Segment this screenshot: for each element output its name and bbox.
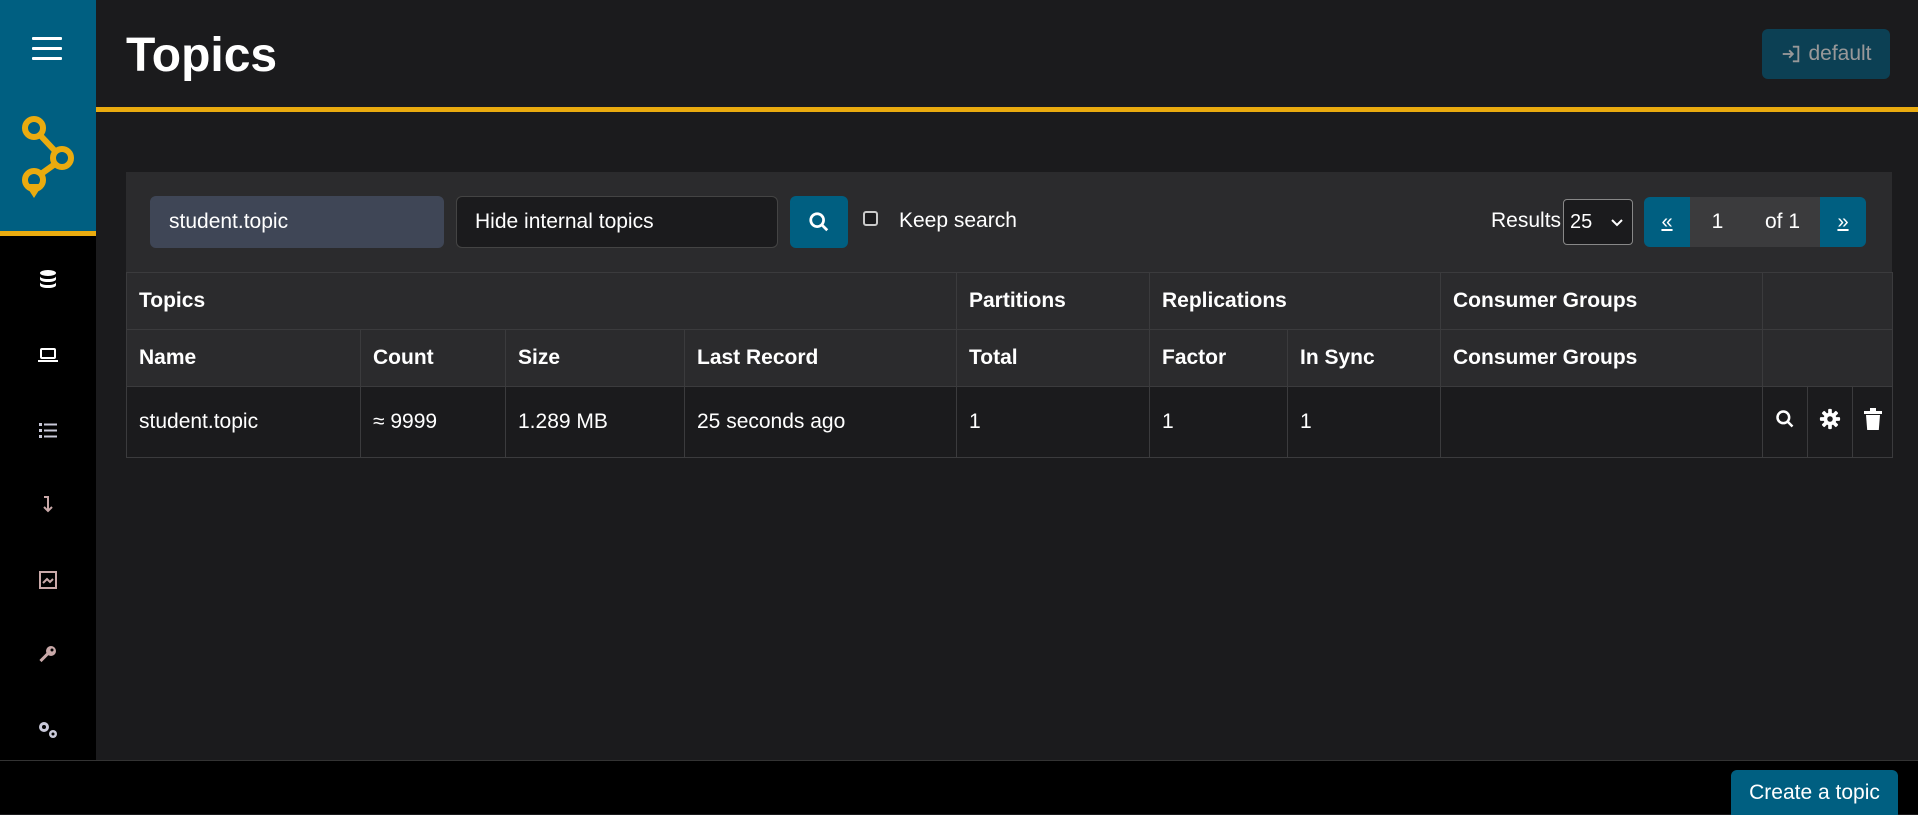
keep-search-label: Keep search [899,209,1017,232]
column-header-row: Name Count Size Last Record Total Factor… [126,329,1894,387]
trash-icon [1863,408,1882,430]
nav-tail[interactable] [0,475,96,535]
nav-consumer-groups[interactable] [0,400,96,460]
next-page-button[interactable]: » [1820,197,1866,247]
list-icon [39,423,57,438]
group-header-actions [1761,272,1894,330]
nav-topics[interactable] [0,325,96,385]
group-header-row: Topics Partitions Replications Consumer … [126,272,1894,330]
sign-in-icon [1783,45,1800,63]
topic-filter-select[interactable]: Hide internal topics [456,196,778,248]
page-size-value: 25 [1570,210,1593,233]
nav-schema-registry[interactable] [0,550,96,610]
key-icon [39,646,56,663]
col-size: Size [505,329,685,387]
col-last-record: Last Record [684,329,957,387]
cell-consumer-groups [1440,386,1763,458]
search-input[interactable] [150,196,444,248]
gear-icon [1819,408,1841,430]
cell-total: 1 [956,386,1150,458]
sidebar-brand [0,0,96,236]
cluster-label: default [1808,42,1872,65]
delete-topic-button[interactable] [1851,386,1894,458]
current-page: 1 [1711,210,1724,233]
col-consumer-groups: Consumer Groups [1440,329,1763,387]
group-header-replications: Replications [1149,272,1441,330]
sidebar [0,0,96,760]
laptop-icon [38,348,58,362]
results-label: Results [1491,209,1562,232]
col-actions [1761,329,1894,387]
page-header: Topics default [96,0,1918,112]
search-icon [1776,410,1794,428]
page-title: Topics [126,29,278,82]
col-total: Total [956,329,1150,387]
gears-icon [39,722,57,738]
cell-factor: 1 [1149,386,1288,458]
topics-table: Topics Partitions Replications Consumer … [126,272,1894,458]
cell-size: 1.289 MB [505,386,685,458]
cell-in-sync: 1 [1287,386,1441,458]
col-factor: Factor [1149,329,1288,387]
table-row[interactable]: student.topic ≈ 9999 1.289 MB 25 seconds… [126,386,1894,458]
page-size-select[interactable]: 25 [1563,199,1633,245]
footer-bar: Create a topic [0,760,1918,815]
search-icon [809,212,829,232]
topics-panel: Hide internal topics Keep search Results… [126,172,1894,458]
create-topic-button[interactable]: Create a topic [1731,770,1898,815]
logo-icon[interactable] [20,112,84,202]
view-topic-button[interactable] [1762,386,1808,458]
prev-page-button[interactable]: « [1644,197,1690,247]
group-header-partitions: Partitions [956,272,1150,330]
schema-icon [39,571,57,589]
page-total: of 1 [1764,210,1801,233]
page-indicator: 1 of 1 [1690,197,1820,247]
chevron-down-icon [1611,219,1623,227]
group-header-topics: Topics [126,272,957,330]
arrow-down-icon [43,496,53,513]
search-button[interactable] [790,196,848,248]
topic-filter-label: Hide internal topics [475,210,654,233]
col-name: Name [126,329,361,387]
cell-name: student.topic [126,386,361,458]
pagination: « 1 of 1 » [1644,197,1866,247]
nav-acls[interactable] [0,625,96,685]
cell-last-record: 25 seconds ago [684,386,957,458]
database-icon [40,270,56,288]
cell-count: ≈ 9999 [360,386,506,458]
nav-nodes[interactable] [0,250,96,310]
configure-topic-button[interactable] [1807,386,1853,458]
group-header-consumer-groups: Consumer Groups [1440,272,1763,330]
col-count: Count [360,329,506,387]
col-in-sync: In Sync [1287,329,1441,387]
cluster-button[interactable]: default [1762,29,1890,79]
keep-search-checkbox[interactable] [863,211,878,226]
nav-settings[interactable] [0,700,96,760]
menu-icon[interactable] [32,37,62,61]
